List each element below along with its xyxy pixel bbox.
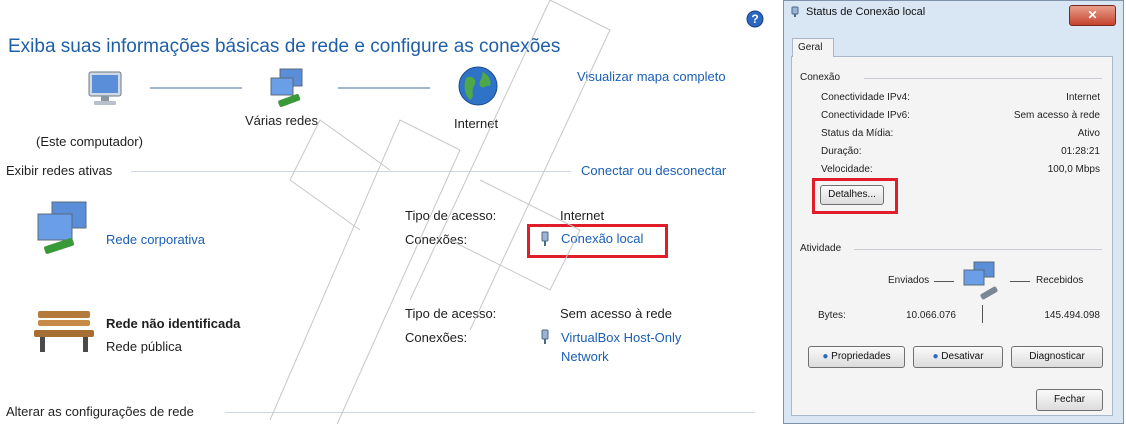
- connect-disconnect-link[interactable]: Conectar ou desconectar: [581, 163, 726, 178]
- details-button[interactable]: Detalhes...: [820, 185, 884, 205]
- map-link-line-2: [338, 87, 430, 89]
- watermark: [269, 0, 611, 424]
- network-name-corporate[interactable]: Rede corporativa: [106, 232, 205, 247]
- help-icon[interactable]: ?: [746, 10, 764, 28]
- full-map-link[interactable]: Visualizar mapa completo: [577, 69, 726, 84]
- dialog-close-button[interactable]: ✕: [1069, 5, 1116, 26]
- connection-group-line: [864, 78, 1102, 79]
- multiple-networks-icon: [270, 68, 303, 107]
- connections-label-2: Conexões:: [405, 330, 468, 345]
- change-settings-header: Alterar as configurações de rede: [6, 404, 194, 419]
- computer-icon: [88, 71, 122, 105]
- activity-group-line: [854, 249, 1102, 250]
- access-type-value-2: Sem acesso à rede: [560, 306, 673, 321]
- connections-label-1: Conexões:: [405, 232, 468, 247]
- activity-network-icon: [963, 261, 998, 300]
- access-type-label-1: Tipo de acesso:: [405, 208, 497, 223]
- properties-button[interactable]: ● Propriedades: [808, 346, 905, 368]
- active-networks-header: Exibir redes ativas: [6, 163, 113, 178]
- sent-label: Enviados: [888, 275, 930, 286]
- ipv6-label: Conectividade IPv6:: [821, 110, 910, 121]
- network-name-unidentified: Rede não identificada: [106, 316, 241, 331]
- bytes-sent-value: 10.066.076: [905, 310, 956, 321]
- globe-icon: [458, 66, 498, 106]
- map-link-line-1: [150, 87, 242, 89]
- network-computers-icon: [37, 201, 87, 254]
- virtualbox-connection-link-line2[interactable]: Network: [561, 349, 609, 364]
- duration-value: 01:28:21: [1061, 146, 1100, 157]
- tab-general[interactable]: Geral: [792, 38, 834, 57]
- speed-value: 100,0 Mbps: [1047, 164, 1100, 175]
- media-status-label: Status da Mídia:: [821, 128, 894, 139]
- received-line: [1010, 281, 1030, 282]
- virtualbox-connection-link-line1[interactable]: VirtualBox Host-Only: [561, 330, 681, 345]
- change-settings-divider: [225, 412, 755, 413]
- close-button[interactable]: Fechar: [1036, 389, 1103, 411]
- activity-group-header: Atividade: [800, 243, 842, 254]
- network-status-icon: [791, 6, 799, 17]
- shield-icon-2: ●: [932, 351, 939, 362]
- ipv4-label: Conectividade IPv4:: [821, 92, 910, 103]
- multiple-networks-label: Várias redes: [245, 113, 318, 128]
- sent-line: [934, 281, 954, 282]
- bytes-label: Bytes:: [818, 310, 846, 321]
- received-label: Recebidos: [1036, 275, 1084, 286]
- disable-button[interactable]: ● Desativar: [913, 346, 1003, 368]
- this-computer-label: (Este computador): [36, 134, 143, 149]
- park-bench-icon: [34, 311, 94, 352]
- ipv6-value: Sem acesso à rede: [1013, 110, 1100, 121]
- local-connection-link[interactable]: Conexão local: [561, 231, 643, 246]
- access-type-label-2: Tipo de acesso:: [405, 306, 497, 321]
- ipv4-value: Internet: [1066, 92, 1100, 103]
- network-type-public: Rede pública: [106, 339, 182, 354]
- diagnose-button[interactable]: Diagnosticar: [1011, 346, 1103, 368]
- speed-label: Velocidade:: [821, 164, 873, 175]
- dialog-title: Status de Conexão local: [806, 6, 926, 18]
- page-title: Exiba suas informações básicas de rede e…: [8, 36, 561, 57]
- active-networks-divider: [131, 171, 571, 172]
- access-type-value-1: Internet: [560, 208, 605, 223]
- ethernet-plug-icon: [541, 231, 549, 246]
- internet-label: Internet: [454, 116, 499, 131]
- bytes-received-value: 145.494.098: [1044, 310, 1100, 321]
- disable-button-label: Desativar: [941, 351, 984, 362]
- shield-icon: ●: [822, 351, 829, 362]
- bytes-separator: [982, 305, 983, 323]
- ethernet-plug-icon-2: [541, 329, 549, 344]
- properties-button-label: Propriedades: [831, 351, 891, 362]
- connection-group-header: Conexão: [800, 72, 841, 83]
- svg-text:?: ?: [751, 12, 758, 26]
- media-status-value: Ativo: [1077, 128, 1100, 139]
- duration-label: Duração:: [821, 146, 862, 157]
